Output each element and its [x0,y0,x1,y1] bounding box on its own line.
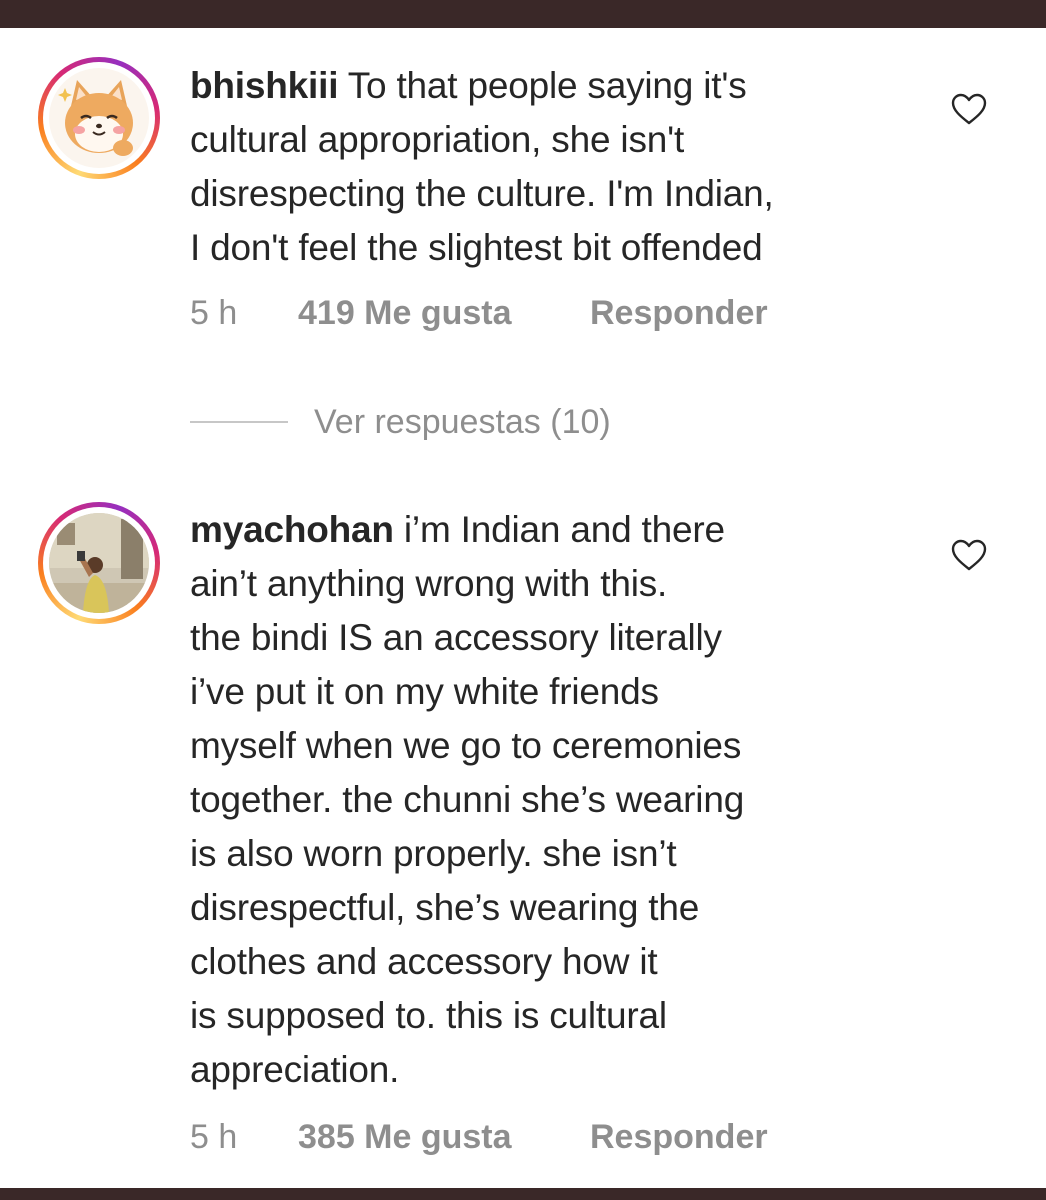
comment-time: 5 h [190,1118,238,1156]
comment-text-line: together. the chunni she’s wearing [190,779,745,820]
comment-body: bhishkiii To that people saying it's cul… [190,59,930,275]
like-heart-icon[interactable] [950,92,988,126]
avatar[interactable] [38,57,160,179]
comment-text-line: To that people saying it's [338,65,747,106]
likes-count-button[interactable]: 385 Me gusta [298,1118,590,1157]
comment-meta: 5 h 385 Me gusta Responder [190,1118,768,1157]
comment-text-line: I don't feel the slightest bit offended [190,227,763,268]
reply-button[interactable]: Responder [590,294,768,333]
comment-text-line: the bindi IS an accessory literally [190,617,722,658]
comment-time: 5 h [190,294,238,332]
avatar[interactable] [38,502,160,624]
comment-username[interactable]: bhishkiii [190,65,338,106]
comment-text-line: disrespecting the culture. I'm Indian, [190,173,774,214]
comment-body: myachohan i’m Indian and there ain’t any… [190,503,930,1097]
likes-count-button[interactable]: 419 Me gusta [298,294,590,333]
comment-text-line: myself when we go to ceremonies [190,725,742,766]
view-replies-button[interactable]: Ver respuestas (10) [190,400,611,444]
comment-text-line: appreciation. [190,1049,400,1090]
top-frame-bar [0,0,1046,28]
mirror-selfie-avatar-icon [49,513,149,613]
comment-username[interactable]: myachohan [190,509,394,550]
comment-text-line: clothes and accessory how it [190,941,658,982]
reply-button[interactable]: Responder [590,1118,768,1157]
comment-text-line: is also worn properly. she isn’t [190,833,677,874]
view-replies-divider [190,421,288,423]
comment-text-line: i’ve put it on my white friends [190,671,659,712]
comment-text-line: cultural appropriation, she isn't [190,119,685,160]
comment-text-line: disrespectful, she’s wearing the [190,887,700,928]
comment-text-line: i’m Indian and there [393,509,725,550]
like-heart-icon[interactable] [950,538,988,572]
comment-meta: 5 h 419 Me gusta Responder [190,294,768,333]
comment-text-line: ain’t anything wrong with this. [190,563,668,604]
shiba-dog-avatar-icon [49,68,149,168]
bottom-frame-bar [0,1188,1046,1200]
view-replies-label: Ver respuestas (10) [314,402,611,441]
comment-text-line: is supposed to. this is cultural [190,995,667,1036]
